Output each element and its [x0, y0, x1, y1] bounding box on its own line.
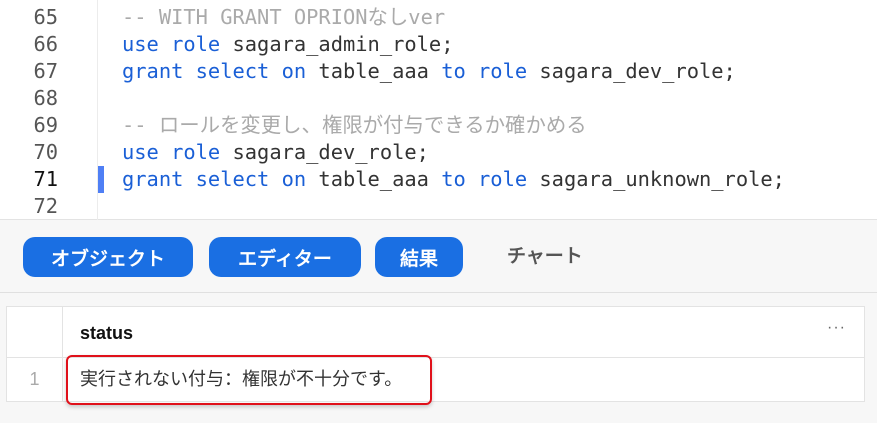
line-number: 65	[33, 5, 58, 29]
tab-editor[interactable]: エディター	[209, 237, 361, 277]
keyword-token: to role	[441, 59, 540, 83]
line-number: 68	[33, 86, 58, 110]
line-number: 66	[33, 32, 58, 56]
code-text: use role sagara_dev_role;	[122, 139, 429, 166]
identifier-token: table_aaa	[318, 167, 442, 191]
identifier-token: table_aaa	[318, 59, 442, 83]
table-header: status ···	[7, 307, 864, 358]
line-number: 71	[33, 167, 58, 191]
code-line[interactable]: 68	[0, 85, 877, 112]
identifier-token: sagara_dev_role;	[539, 59, 736, 83]
comment-token: -- ロールを変更し、権限が付与できるか確かめる	[122, 113, 587, 137]
code-text: use role sagara_admin_role;	[122, 31, 453, 58]
line-number: 72	[33, 194, 58, 218]
row-number-divider	[62, 307, 63, 401]
code-text: -- WITH GRANT OPRIONなしver	[122, 4, 445, 31]
keyword-token: grant select on	[122, 167, 319, 191]
highlight-box	[66, 355, 432, 405]
row-number: 1	[29, 369, 40, 389]
line-number: 70	[33, 140, 58, 164]
code-line[interactable]: 71 grant select on table_aaa to role saga…	[0, 166, 877, 193]
identifier-token: sagara_unknown_role;	[539, 167, 785, 191]
code-text: -- ロールを変更し、権限が付与できるか確かめる	[122, 112, 587, 139]
identifier-token: sagara_admin_role;	[232, 32, 454, 56]
identifier-token: sagara_dev_role;	[232, 140, 429, 164]
code-line[interactable]: 72	[0, 193, 877, 220]
keyword-token: use role	[122, 140, 233, 164]
keyword-token: use role	[122, 32, 233, 56]
active-line-marker	[98, 166, 104, 193]
divider	[0, 292, 877, 293]
comment-token: -- WITH GRANT OPRIONなしver	[122, 5, 446, 29]
code-line[interactable]: 66 use role sagara_admin_role;	[0, 31, 877, 58]
keyword-token: to role	[441, 167, 540, 191]
line-number: 67	[33, 59, 58, 83]
code-text: grant select on table_aaa to role sagara…	[122, 58, 736, 85]
column-menu-icon[interactable]: ···	[827, 319, 846, 337]
line-number: 69	[33, 113, 58, 137]
tab-results[interactable]: 結果	[375, 237, 463, 277]
code-line[interactable]: 65 -- WITH GRANT OPRIONなしver	[0, 4, 877, 31]
code-line[interactable]: 67 grant select on table_aaa to role saga…	[0, 58, 877, 85]
code-line[interactable]: 70 use role sagara_dev_role;	[0, 139, 877, 166]
tab-chart[interactable]: チャート	[507, 237, 583, 277]
code-line[interactable]: 69 -- ロールを変更し、権限が付与できるか確かめる	[0, 112, 877, 139]
keyword-token: grant select on	[122, 59, 319, 83]
code-text: grant select on table_aaa to role sagara…	[122, 166, 785, 193]
column-header-status[interactable]: status	[80, 323, 133, 344]
tab-objects[interactable]: オブジェクト	[23, 237, 193, 277]
sql-editor[interactable]: 65 -- WITH GRANT OPRIONなしver 66 use role sa…	[0, 0, 877, 220]
